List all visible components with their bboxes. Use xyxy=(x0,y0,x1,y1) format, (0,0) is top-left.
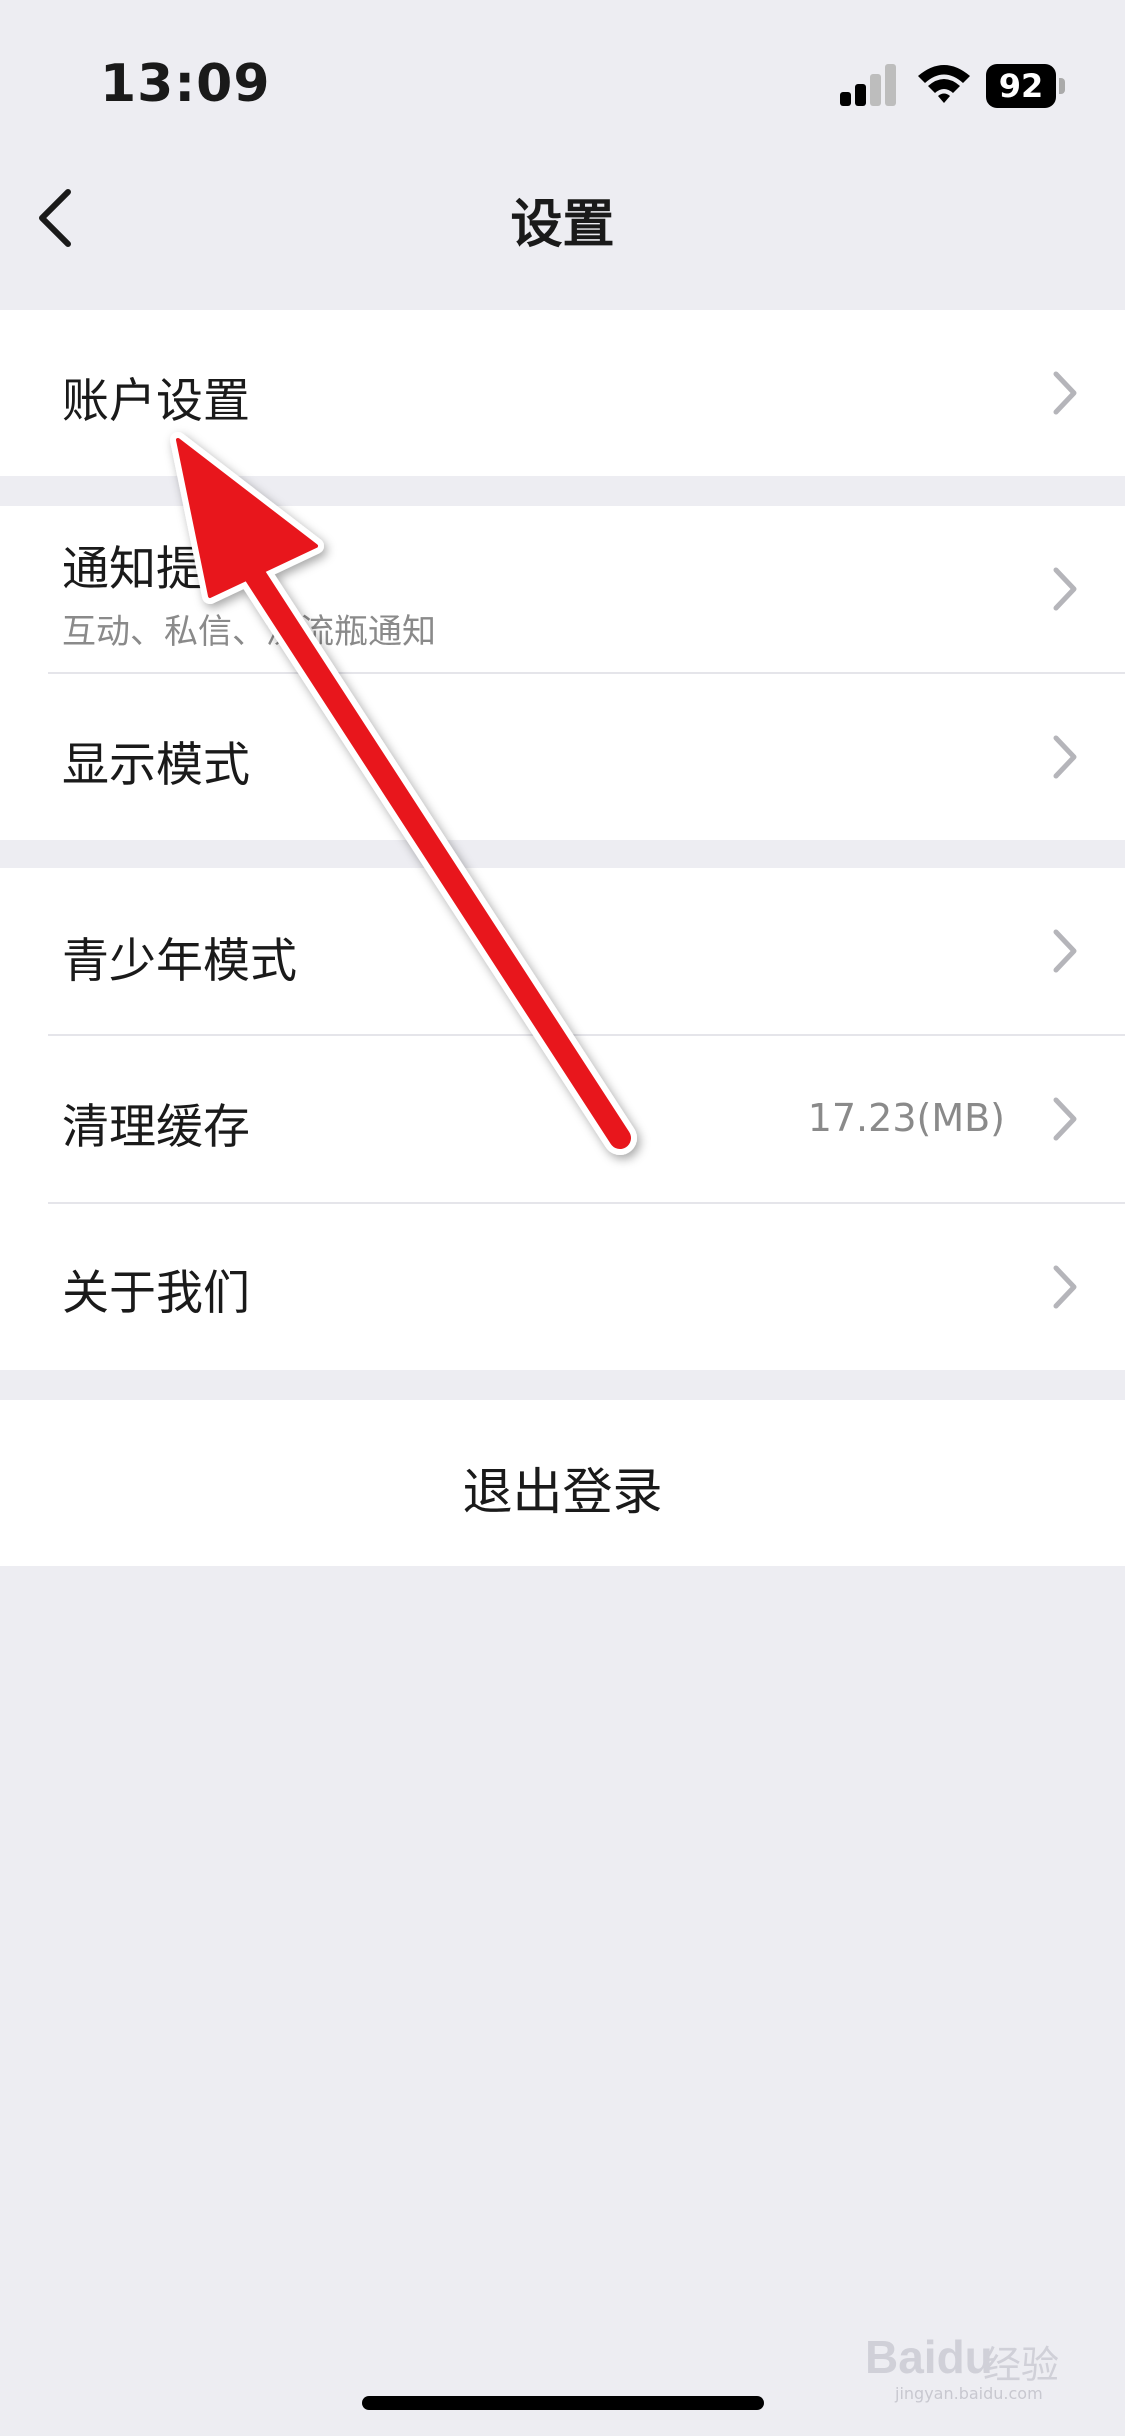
settings-item-label: 账户设置 xyxy=(62,374,250,429)
settings-group-misc: 青少年模式 清理缓存 17.23(MB) 关于我们 xyxy=(0,868,1125,1370)
chevron-right-icon xyxy=(1053,735,1077,779)
baidu-watermark: Baidu 经验 jingyan.baidu.com xyxy=(855,2330,1095,2403)
settings-item-label: 清理缓存 xyxy=(62,1100,250,1155)
settings-item-notifications[interactable]: 通知提醒 互动、私信、漂流瓶通知 xyxy=(0,506,1125,672)
battery-level: 92 xyxy=(986,64,1056,108)
watermark-url: jingyan.baidu.com xyxy=(895,2384,1043,2403)
logout-button[interactable]: 退出登录 xyxy=(0,1400,1125,1566)
chevron-right-icon xyxy=(1053,1265,1077,1309)
settings-group-account: 账户设置 xyxy=(0,310,1125,476)
settings-item-clear-cache[interactable]: 清理缓存 17.23(MB) xyxy=(0,1036,1125,1202)
settings-item-teen-mode[interactable]: 青少年模式 xyxy=(0,868,1125,1034)
status-bar: 13:09 92 xyxy=(0,0,1125,150)
battery-tip xyxy=(1059,78,1065,94)
nav-bar: 设置 xyxy=(0,150,1125,290)
settings-item-label: 通知提醒 xyxy=(62,542,250,597)
watermark-brand: Baidu xyxy=(865,2331,993,2383)
settings-item-about-us[interactable]: 关于我们 xyxy=(0,1204,1125,1370)
settings-item-label: 青少年模式 xyxy=(62,934,297,989)
settings-item-account[interactable]: 账户设置 xyxy=(0,310,1125,476)
wifi-icon xyxy=(918,65,970,103)
settings-item-subtitle: 互动、私信、漂流瓶通知 xyxy=(62,612,436,652)
settings-group-notify-display: 通知提醒 互动、私信、漂流瓶通知 显示模式 xyxy=(0,506,1125,840)
chevron-right-icon xyxy=(1053,1097,1077,1141)
logout-label: 退出登录 xyxy=(462,1463,663,1521)
settings-item-label: 显示模式 xyxy=(62,738,250,793)
signal-icon xyxy=(840,64,896,106)
chevron-right-icon xyxy=(1053,929,1077,973)
chevron-right-icon xyxy=(1053,567,1077,611)
page-title: 设置 xyxy=(510,195,615,255)
home-indicator xyxy=(362,2396,764,2410)
settings-item-display-mode[interactable]: 显示模式 xyxy=(0,674,1125,840)
status-time: 13:09 xyxy=(100,54,271,114)
chevron-right-icon xyxy=(1053,371,1077,415)
cache-size-value: 17.23(MB) xyxy=(807,1096,1005,1140)
settings-item-label: 关于我们 xyxy=(62,1266,250,1321)
battery-icon: 92 xyxy=(986,64,1066,108)
watermark-cn: 经验 xyxy=(983,2343,1060,2387)
